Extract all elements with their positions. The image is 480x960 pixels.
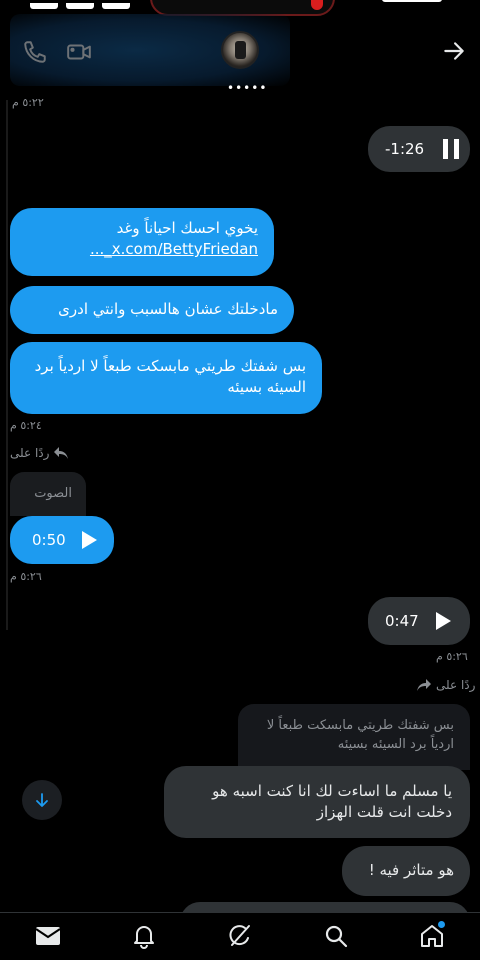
recording-indicator <box>311 0 323 10</box>
audio-duration: 0:47 <box>385 612 419 630</box>
nav-home[interactable] <box>417 921 447 951</box>
reply-quote[interactable]: الصوت <box>10 472 86 516</box>
nav-notifications[interactable] <box>129 921 159 951</box>
message-bubble[interactable]: يخوي احسك احياناً وغد x.com/BettyFriedan… <box>10 208 274 276</box>
audio-message-sent[interactable]: 0:47 <box>368 597 470 645</box>
scroll-down-button[interactable] <box>22 780 62 820</box>
audio-duration: 0:50 <box>32 531 66 549</box>
reply-icon <box>54 447 69 459</box>
reply-quote-text: بس شفتك طريتي مابسكت طبعاً لا اردياً برد… <box>266 718 454 752</box>
status-icons-left <box>30 0 140 9</box>
message-link[interactable]: x.com/BettyFriedan_... <box>90 240 258 258</box>
bottom-nav <box>0 912 480 960</box>
search-icon <box>325 925 348 948</box>
play-icon[interactable] <box>434 611 452 631</box>
audio-duration: -1:26 <box>385 140 425 158</box>
audio-message-sent[interactable]: -1:26 <box>368 126 470 172</box>
grok-icon <box>229 925 250 946</box>
more-indicator[interactable]: ••••• <box>227 82 266 94</box>
reply-label: ردًا على <box>10 446 69 460</box>
status-icons-right <box>382 0 442 2</box>
play-icon[interactable] <box>80 530 98 550</box>
message-bubble[interactable]: يا مسلم ما اساءت لك انا كنت اسبه هو دخلت… <box>164 766 470 838</box>
message-bubble[interactable]: بس شفتك طريتي مابسكت طبعاً لا اردياً برد… <box>10 342 322 414</box>
reply-label: ردًا على <box>416 678 475 692</box>
message-bubble[interactable]: مادخلتك عشان هالسبب وانتي ادرى <box>10 286 294 334</box>
bell-icon <box>134 926 154 949</box>
message-bubble[interactable]: هو متاثر فيه ! <box>342 846 470 896</box>
timestamp: ٥:٢٦ م <box>436 650 468 663</box>
reply-label-text: ردًا على <box>436 678 476 692</box>
arrow-down-icon <box>36 793 48 807</box>
nav-search[interactable] <box>321 921 351 951</box>
message-text: يا مسلم ما اساءت لك انا كنت اسبه هو دخلت… <box>212 782 452 821</box>
avatar[interactable] <box>221 31 259 69</box>
timestamp: ٥:٢٤ م <box>10 419 42 432</box>
timestamp: ٥:٢٢ م <box>12 96 44 109</box>
audio-message-received[interactable]: 0:50 <box>10 516 114 564</box>
mail-icon <box>35 927 61 945</box>
nav-grok[interactable] <box>225 921 255 951</box>
pause-icon[interactable] <box>441 138 461 160</box>
video-icon[interactable] <box>66 39 92 65</box>
arrow-right-icon[interactable] <box>441 38 467 64</box>
phone-icon[interactable] <box>22 39 48 65</box>
divider <box>6 100 8 630</box>
message-text: هو متاثر فيه ! <box>368 861 454 879</box>
reply-icon <box>417 679 431 691</box>
message-text: مادخلتك عشان هالسبب وانتي ادرى <box>58 300 278 318</box>
timestamp: ٥:٢٦ م <box>10 570 42 583</box>
reply-quote-text: الصوت <box>34 486 72 501</box>
reply-label-text: ردًا على <box>10 446 50 460</box>
message-text: بس شفتك طريتي مابسكت طبعاً لا اردياً برد… <box>34 357 306 396</box>
reply-quote[interactable]: بس شفتك طريتي مابسكت طبعاً لا اردياً برد… <box>238 704 470 770</box>
message-text: يخوي احسك احياناً وغد <box>116 219 258 237</box>
nav-messages[interactable] <box>33 921 63 951</box>
notification-dot <box>438 921 445 928</box>
